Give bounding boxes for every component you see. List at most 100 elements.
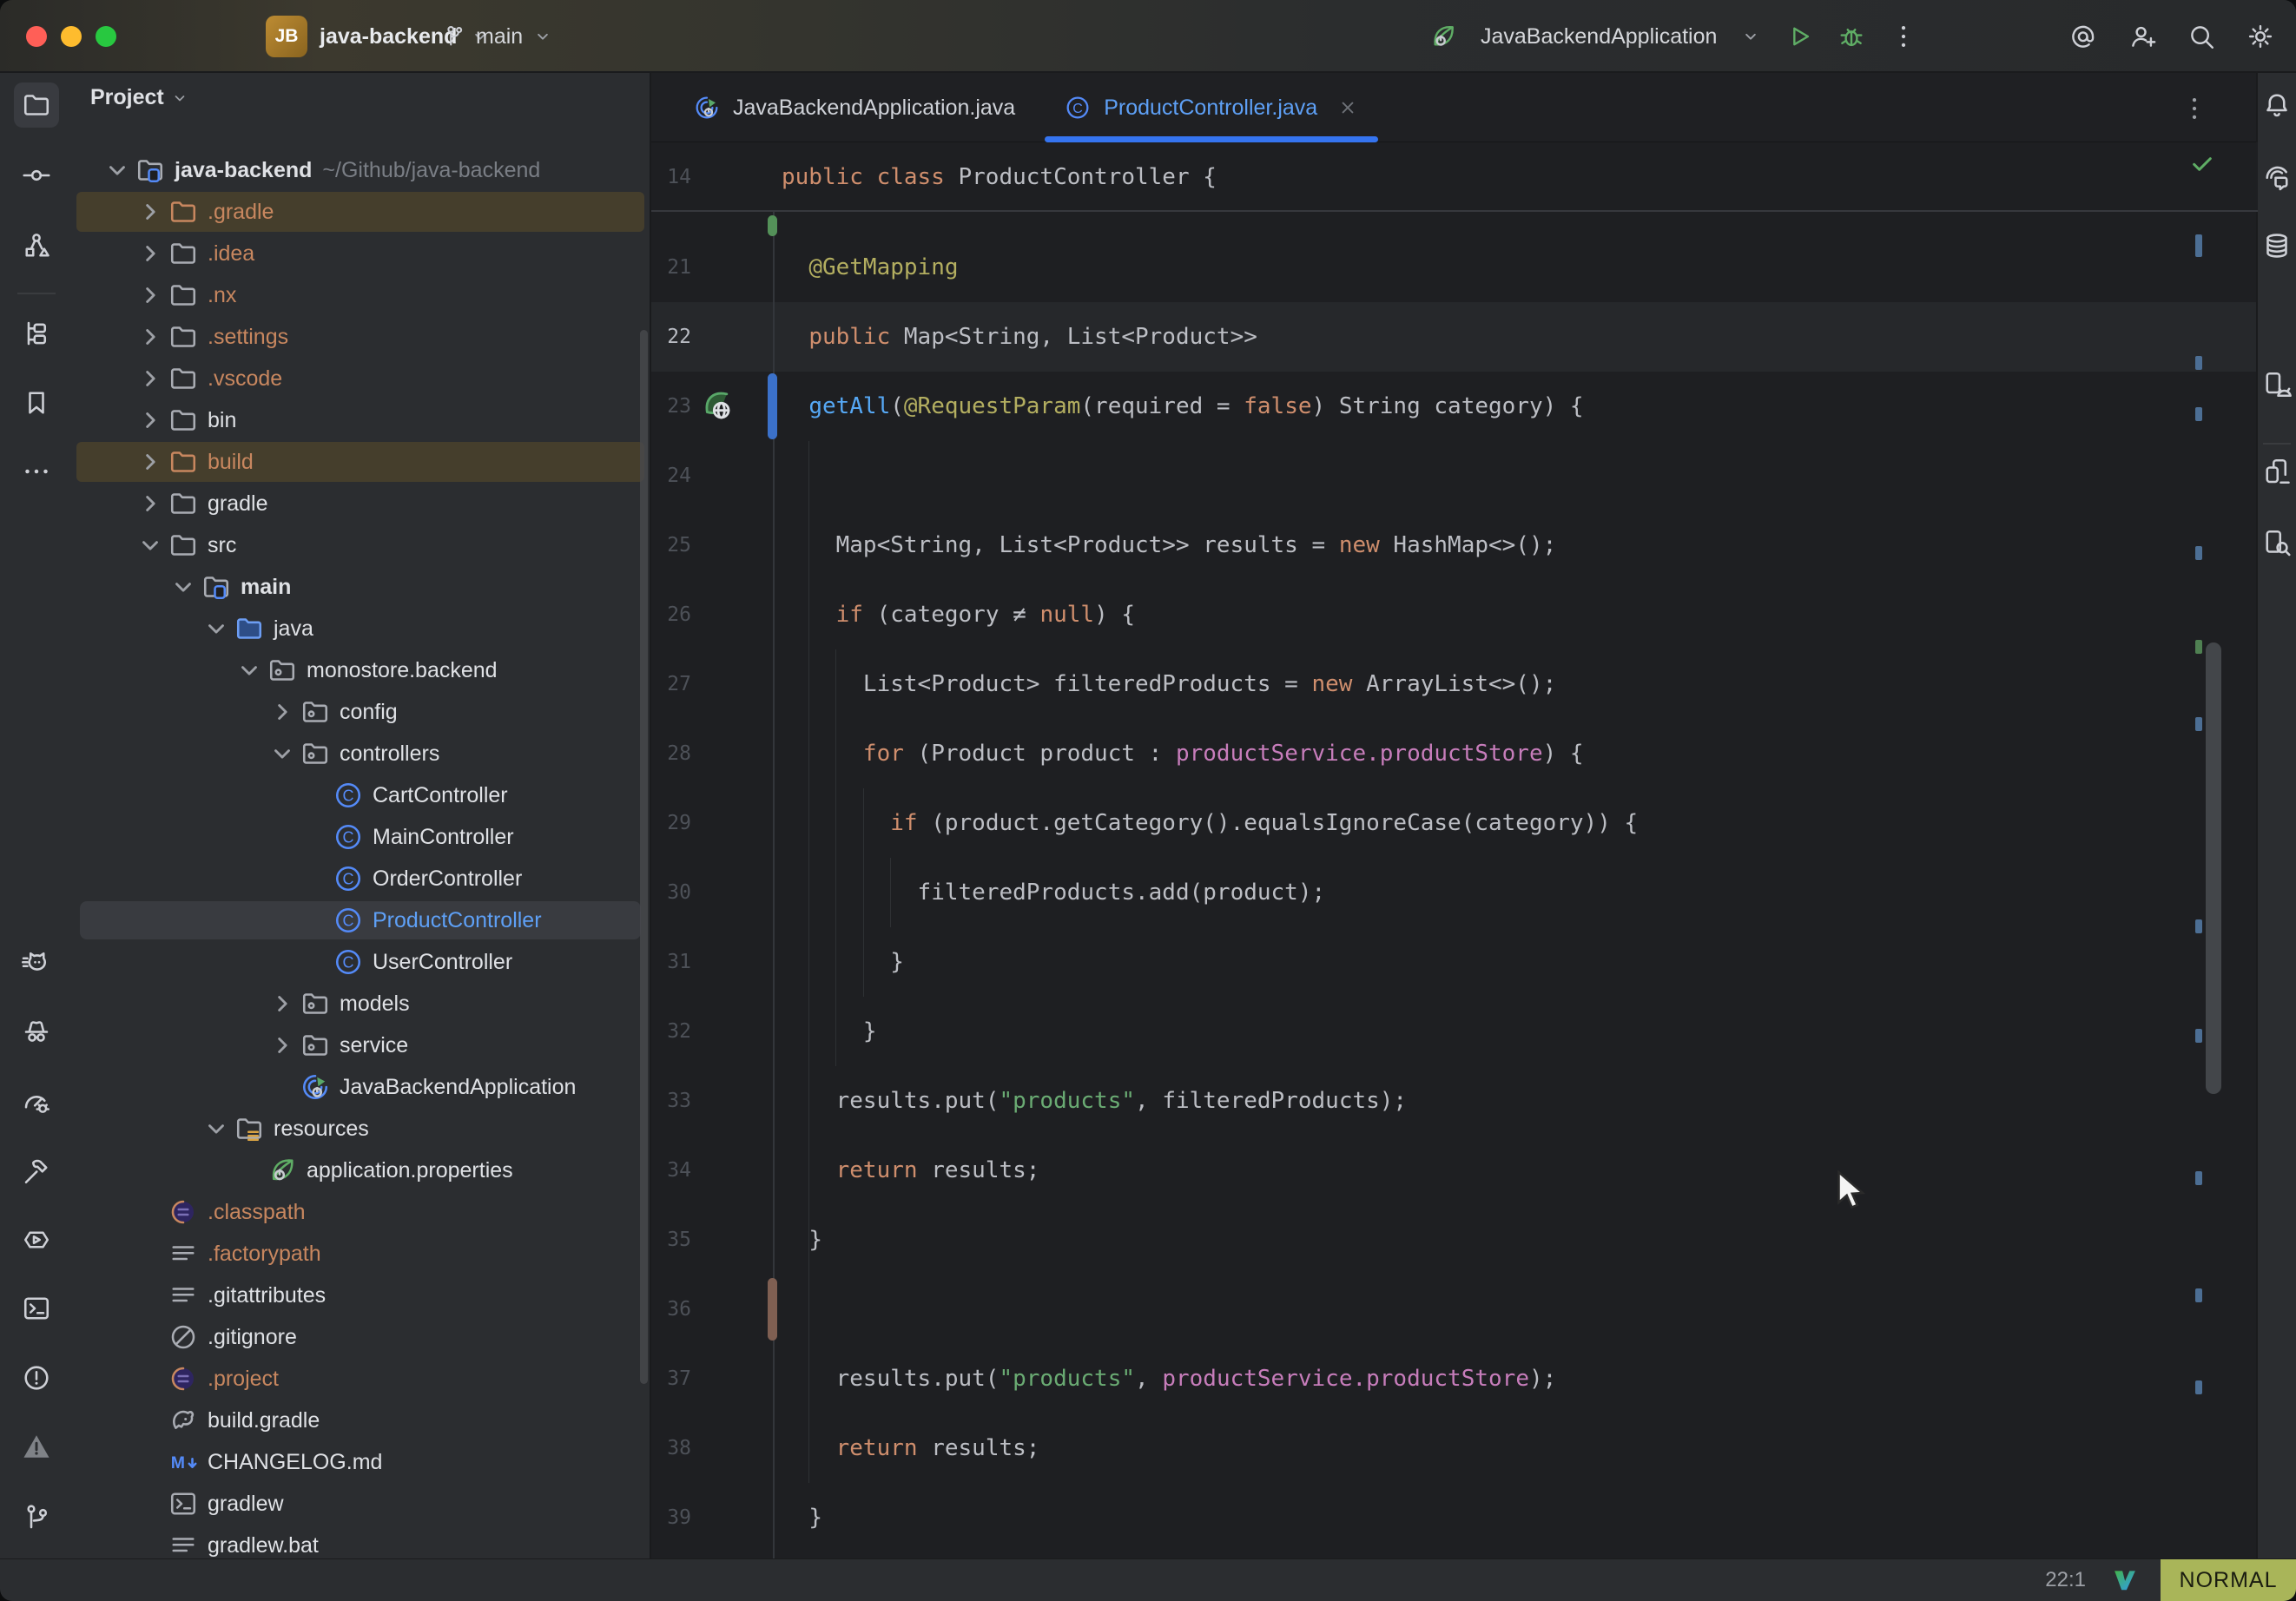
code-line-25[interactable]: 25 Map<String, List<Product>> results = … xyxy=(651,511,2258,580)
tree-item-javabackendapplication[interactable]: JavaBackendApplication xyxy=(73,1066,651,1108)
tree-item-src[interactable]: src xyxy=(73,524,651,566)
zoom-button[interactable] xyxy=(96,26,116,47)
chevron-down-icon[interactable] xyxy=(199,611,234,646)
chevron-right-icon[interactable] xyxy=(133,320,168,354)
chevron-down-icon[interactable] xyxy=(133,528,168,563)
more-actions-icon[interactable] xyxy=(1889,22,1918,51)
gradle-icon[interactable] xyxy=(2261,298,2293,329)
inspections-ok-check-icon[interactable] xyxy=(2188,149,2216,177)
tree-item-resources[interactable]: resources xyxy=(73,1108,651,1150)
tree-item-ordercontroller[interactable]: COrderController xyxy=(73,858,651,899)
code-line-34[interactable]: 34 return results; xyxy=(651,1136,2258,1205)
code-line-28[interactable]: 28 for (Product product : productService… xyxy=(651,719,2258,788)
hierarchy-icon[interactable] xyxy=(21,318,52,349)
database-icon[interactable] xyxy=(2261,230,2293,261)
tree-item-config[interactable]: config xyxy=(73,691,651,733)
tree-item-gradlew[interactable]: gradlew xyxy=(73,1483,651,1525)
tree-item-build-gradle[interactable]: build.gradle xyxy=(73,1400,651,1441)
tree-item-main[interactable]: main xyxy=(73,566,651,608)
chevron-down-icon[interactable] xyxy=(166,570,201,604)
notifications-bell-icon[interactable] xyxy=(2261,89,2293,121)
tree-item--idea[interactable]: .idea xyxy=(73,233,651,274)
running-devices-icon[interactable] xyxy=(2261,369,2293,400)
code-line-39[interactable]: 39 } xyxy=(651,1483,2258,1552)
tree-item-productcontroller[interactable]: CProductController xyxy=(73,899,651,941)
code-line-38[interactable]: 38 return results; xyxy=(651,1413,2258,1483)
search-everywhere-icon[interactable] xyxy=(2187,22,2216,51)
device-manager-icon[interactable] xyxy=(2261,456,2293,487)
branch-widget[interactable]: main xyxy=(441,0,554,73)
more-tool-windows-icon[interactable] xyxy=(21,456,52,487)
tree-item--nx[interactable]: .nx xyxy=(73,274,651,316)
tree-item-java[interactable]: java xyxy=(73,608,651,649)
tree-item--gradle[interactable]: .gradle xyxy=(73,191,651,233)
tree-item--vscode[interactable]: .vscode xyxy=(73,358,651,399)
chevron-right-icon[interactable] xyxy=(133,278,168,313)
tree-item-build[interactable]: build xyxy=(73,441,651,483)
debug-button[interactable] xyxy=(1837,22,1866,51)
bookmarks-icon[interactable] xyxy=(21,387,52,418)
close-button[interactable] xyxy=(26,26,47,47)
project-folder-icon[interactable] xyxy=(21,89,52,121)
code-line-30[interactable]: 30 filteredProducts.add(product); xyxy=(651,858,2258,927)
incognito-icon[interactable] xyxy=(21,1015,52,1046)
tree-item-application-properties[interactable]: application.properties xyxy=(73,1150,651,1191)
code-line-35[interactable]: 35 } xyxy=(651,1205,2258,1275)
code-line-31[interactable]: 31 } xyxy=(651,927,2258,997)
tree-item--settings[interactable]: .settings xyxy=(73,316,651,358)
tab-productcontroller-java[interactable]: CProductController.java xyxy=(1039,73,1383,142)
tree-item-bin[interactable]: bin xyxy=(73,399,651,441)
chevron-right-icon[interactable] xyxy=(133,486,168,521)
chevron-down-icon[interactable] xyxy=(1739,25,1762,48)
minimize-button[interactable] xyxy=(61,26,82,47)
chevron-right-icon[interactable] xyxy=(133,403,168,438)
chevron-right-icon[interactable] xyxy=(265,986,300,1021)
services-icon[interactable] xyxy=(21,1224,52,1255)
ideavim-icon[interactable] xyxy=(2112,1567,2138,1593)
code-line-33[interactable]: 33 results.put("products", filteredProdu… xyxy=(651,1066,2258,1136)
ai-assistant-icon[interactable] xyxy=(2261,161,2293,193)
run-config-name[interactable]: JavaBackendApplication xyxy=(1481,24,1717,49)
tree-item-maincontroller[interactable]: CMainController xyxy=(73,816,651,858)
commit-icon[interactable] xyxy=(21,160,52,191)
chevron-right-icon[interactable] xyxy=(133,194,168,229)
chevron-right-icon[interactable] xyxy=(133,445,168,479)
chevron-right-icon[interactable] xyxy=(265,1028,300,1063)
caret-position[interactable]: 22:1 xyxy=(2045,1568,2086,1592)
git-icon[interactable] xyxy=(21,1501,52,1532)
chevron-down-icon[interactable] xyxy=(100,153,135,188)
tree-item--project[interactable]: .project xyxy=(73,1358,651,1400)
code-editor[interactable]: 21 @GetMapping22 public Map<String, List… xyxy=(651,142,2258,1558)
editor-scrollbar[interactable] xyxy=(2206,642,2221,1094)
tree-scrollbar[interactable] xyxy=(640,330,648,1384)
build-hammer-icon[interactable] xyxy=(21,1156,52,1187)
project-panel-header[interactable]: Project xyxy=(90,85,190,110)
structure-icon[interactable] xyxy=(21,230,52,261)
problems-icon[interactable] xyxy=(21,1362,52,1393)
tree-item-models[interactable]: models xyxy=(73,983,651,1025)
chevron-right-icon[interactable] xyxy=(133,361,168,396)
tree-item--gitignore[interactable]: .gitignore xyxy=(73,1316,651,1358)
tree-item--classpath[interactable]: .classpath xyxy=(73,1191,651,1233)
chevron-down-icon[interactable] xyxy=(199,1111,234,1146)
tree-item-controllers[interactable]: controllers xyxy=(73,733,651,774)
tab-javabackendapplication-java[interactable]: JavaBackendApplication.java xyxy=(669,73,1039,142)
code-line-36[interactable]: 36 xyxy=(651,1275,2258,1344)
code-line-29[interactable]: 29 if (product.getCategory().equalsIgnor… xyxy=(651,788,2258,858)
tree-item-gradlew-bat[interactable]: gradlew.bat xyxy=(73,1525,651,1558)
tree-item-changelog-md[interactable]: MCHANGELOG.md xyxy=(73,1441,651,1483)
run-button[interactable] xyxy=(1785,22,1814,51)
vim-mode-badge[interactable]: NORMAL xyxy=(2161,1559,2296,1601)
code-with-me-icon[interactable] xyxy=(2128,22,2157,51)
warning-triangle-icon[interactable] xyxy=(21,1431,52,1462)
code-line-21[interactable]: 21 @GetMapping xyxy=(651,233,2258,302)
profiler-icon[interactable] xyxy=(21,1087,52,1118)
code-line-22[interactable]: 22 public Map<String, List<Product>> xyxy=(651,302,2258,372)
sticky-code-line[interactable]: 14public class ProductController { xyxy=(651,142,2258,212)
code-line-37[interactable]: 37 results.put("products", productServic… xyxy=(651,1344,2258,1413)
chevron-right-icon[interactable] xyxy=(265,695,300,729)
code-line-26[interactable]: 26 if (category ≠ null) { xyxy=(651,580,2258,649)
tree-item-usercontroller[interactable]: CUserController xyxy=(73,941,651,983)
code-line-32[interactable]: 32 } xyxy=(651,997,2258,1066)
tab-options-icon[interactable] xyxy=(2180,94,2209,123)
